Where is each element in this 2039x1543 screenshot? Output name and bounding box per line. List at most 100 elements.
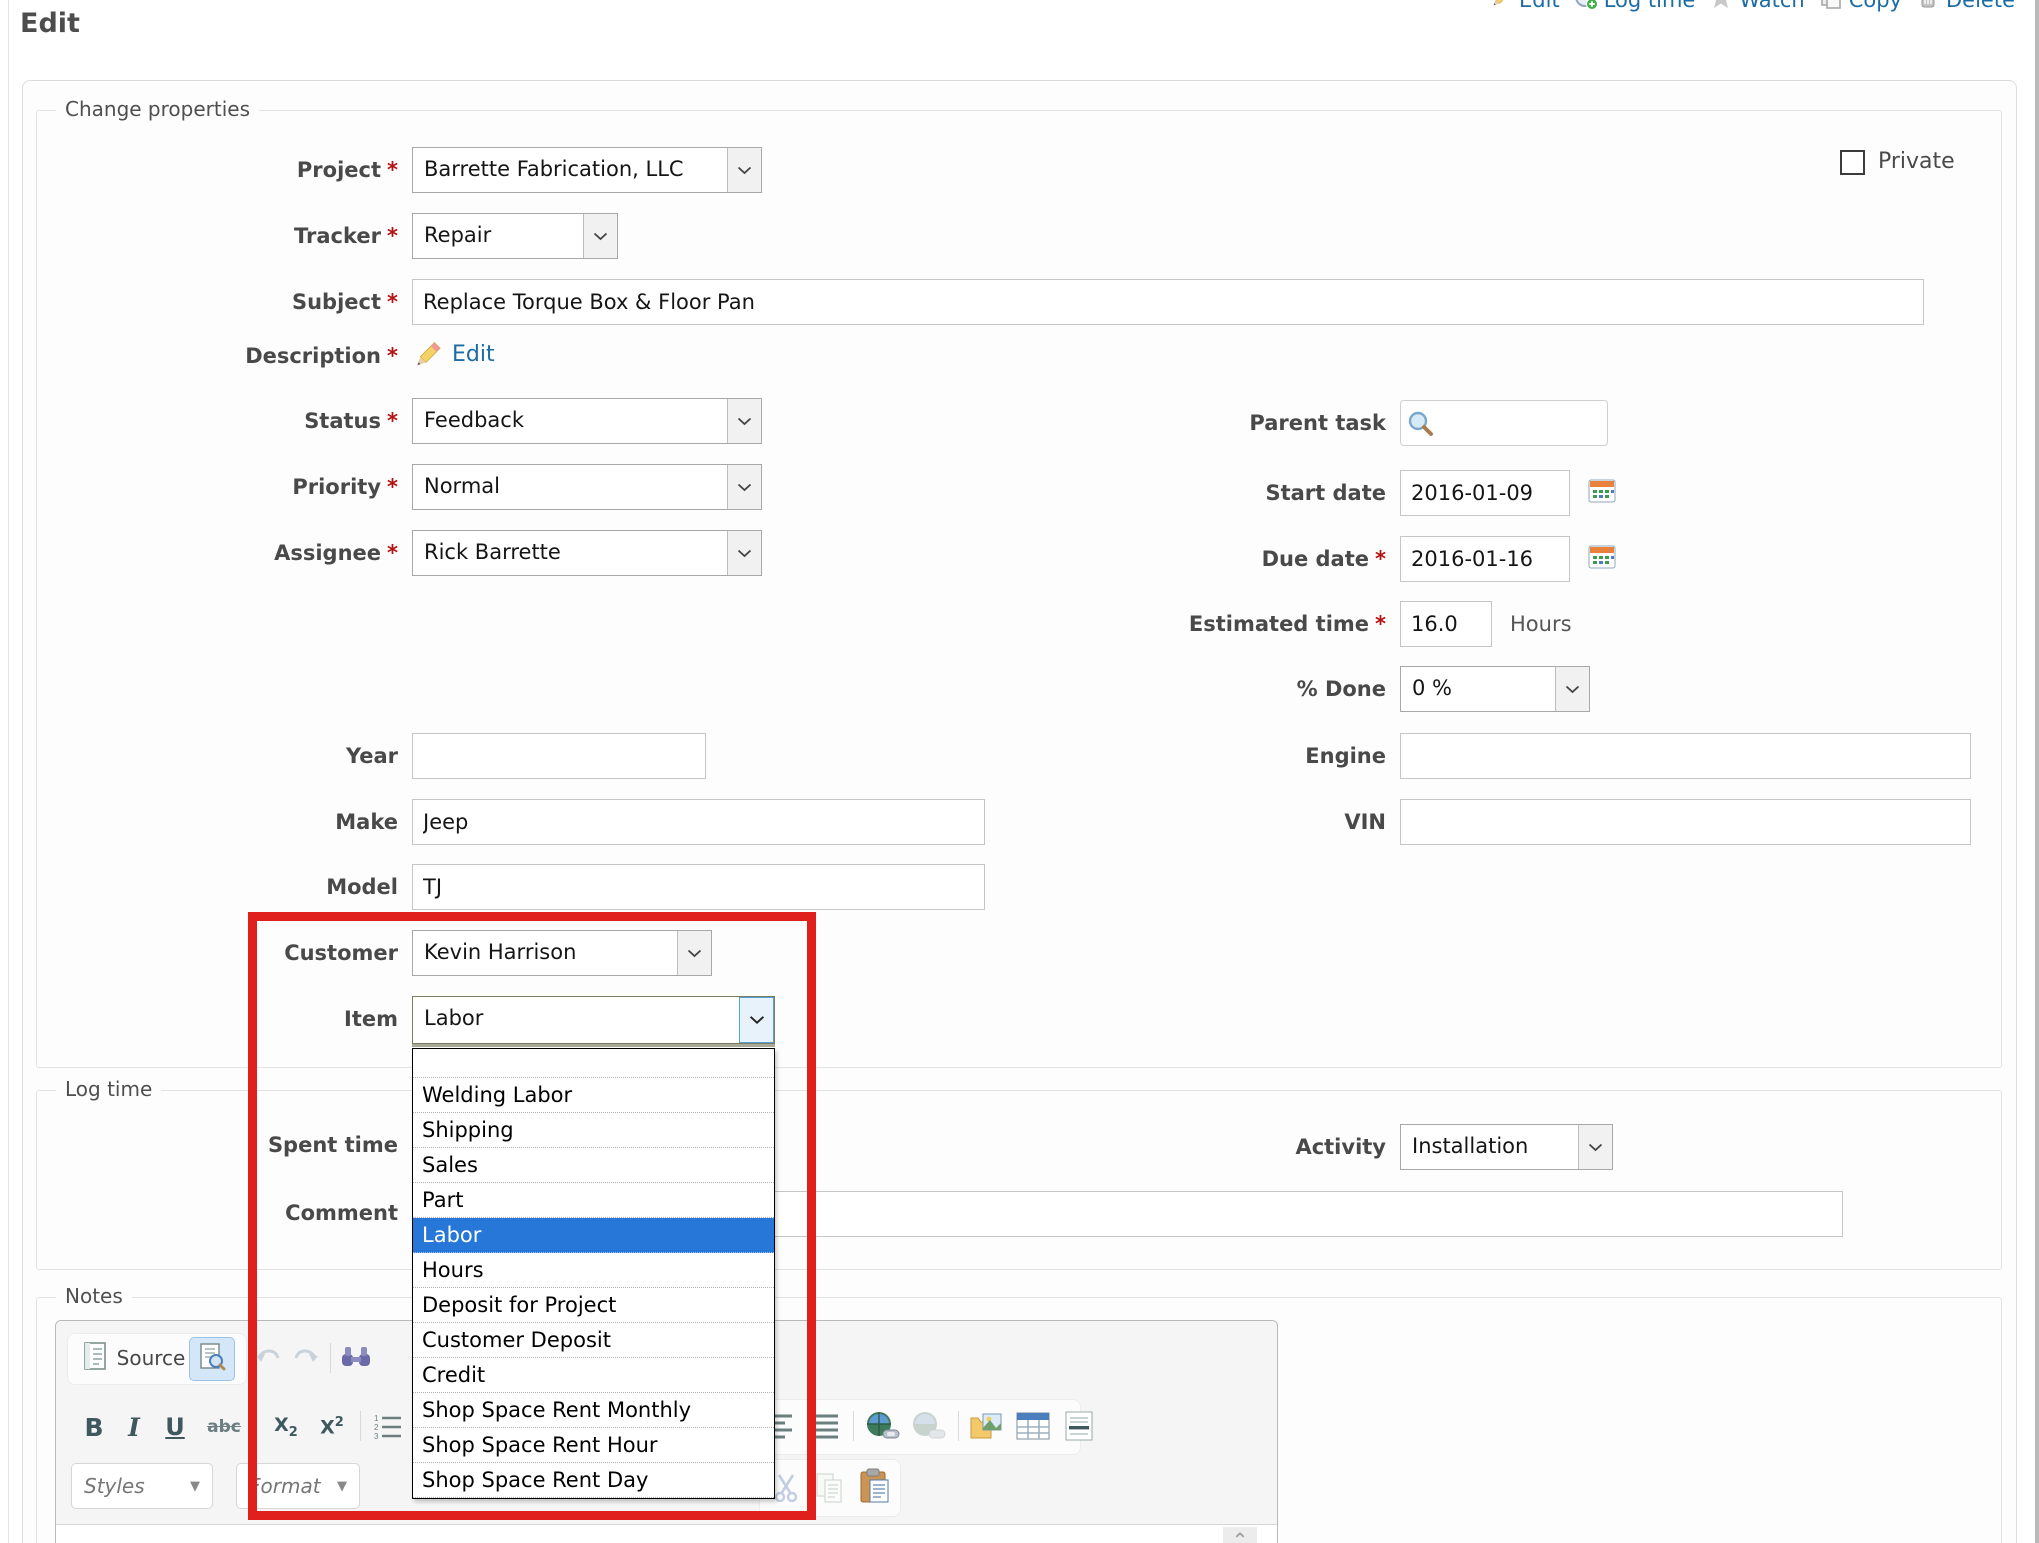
clock-add-icon	[1574, 0, 1598, 15]
activity-select[interactable]: Installation	[1400, 1124, 1613, 1170]
unlink-icon[interactable]	[908, 1405, 950, 1447]
assignee-select[interactable]: Rick Barrette	[412, 530, 762, 576]
dropdown-option[interactable]: Shop Space Rent Day	[413, 1463, 774, 1498]
priority-select[interactable]: Normal	[412, 464, 762, 510]
star-icon	[1709, 0, 1733, 15]
trash-icon	[1916, 0, 1940, 15]
log-time-menu-link[interactable]: Log time	[1574, 0, 1696, 15]
dropdown-option[interactable]: Labor	[413, 1218, 774, 1253]
dropdown-option[interactable]: Part	[413, 1183, 774, 1218]
percent-done-label: % Done	[1056, 666, 1386, 712]
chevron-down-icon[interactable]	[739, 997, 774, 1043]
chevron-down-icon[interactable]	[1555, 667, 1589, 711]
bold-button[interactable]: B	[75, 1405, 113, 1449]
priority-label: Priority*	[28, 464, 398, 510]
editor-scrollbar-up[interactable]: ⌃	[1223, 1527, 1257, 1543]
item-select-value: Labor	[413, 997, 739, 1043]
align-justify-icon[interactable]	[805, 1407, 843, 1445]
notes-legend: Notes	[56, 1284, 132, 1308]
context-menu: Edit Log time Watch Copy Delete	[1489, 0, 2015, 18]
insert-image-icon[interactable]	[966, 1405, 1008, 1447]
chevron-down-icon[interactable]	[727, 465, 761, 509]
superscript-icon: X2	[320, 1415, 344, 1438]
insert-table-icon[interactable]	[1012, 1405, 1054, 1447]
status-select[interactable]: Feedback	[412, 398, 762, 444]
dropdown-option[interactable]	[413, 1049, 774, 1078]
tracker-select[interactable]: Repair	[412, 213, 618, 259]
item-dropdown-list[interactable]: Welding LaborShippingSalesPartLaborHours…	[412, 1048, 775, 1499]
dropdown-option[interactable]: Hours	[413, 1253, 774, 1288]
subject-input[interactable]	[412, 279, 1924, 325]
paste-icon[interactable]	[855, 1465, 895, 1507]
year-input[interactable]	[412, 733, 706, 779]
estimated-time-hours-suffix: Hours	[1510, 601, 1572, 647]
undo-icon[interactable]	[251, 1341, 285, 1375]
dropdown-option[interactable]: Welding Labor	[413, 1078, 774, 1113]
project-select[interactable]: Barrette Fabrication, LLC	[412, 147, 762, 193]
assignee-select-value: Rick Barrette	[413, 531, 727, 575]
dropdown-option[interactable]: Shipping	[413, 1113, 774, 1148]
numbered-list-icon[interactable]: 123	[368, 1407, 408, 1447]
link-icon[interactable]	[862, 1405, 904, 1447]
due-date-input[interactable]	[1400, 536, 1570, 582]
chevron-down-icon[interactable]	[727, 531, 761, 575]
status-label: Status*	[28, 398, 398, 444]
parent-task-input[interactable]	[1400, 400, 1608, 446]
delete-menu-label: Delete	[1946, 0, 2015, 12]
delete-menu-link[interactable]: Delete	[1916, 0, 2015, 15]
source-button[interactable]: Source	[74, 1337, 194, 1379]
dropdown-option[interactable]: Customer Deposit	[413, 1323, 774, 1358]
superscript-button[interactable]: X2	[310, 1405, 354, 1449]
italic-button[interactable]: I	[117, 1405, 151, 1449]
calendar-icon[interactable]	[1588, 478, 1616, 508]
window-scrollbar-strip[interactable]	[2035, 0, 2039, 1543]
make-input[interactable]	[412, 799, 985, 845]
item-label: Item	[28, 996, 398, 1042]
toolbar-divider	[853, 1411, 854, 1441]
find-icon[interactable]	[338, 1341, 374, 1375]
chevron-down-icon[interactable]	[583, 214, 617, 258]
engine-input[interactable]	[1400, 733, 1971, 779]
vin-input[interactable]	[1400, 799, 1971, 845]
strikethrough-button[interactable]: abc	[199, 1405, 249, 1449]
model-input[interactable]	[412, 864, 985, 910]
format-combo[interactable]: Format ▼	[236, 1463, 360, 1509]
log-time-legend: Log time	[56, 1077, 161, 1101]
watch-menu-link[interactable]: Watch	[1709, 0, 1804, 15]
private-checkbox[interactable]	[1840, 150, 1865, 175]
calendar-icon[interactable]	[1588, 544, 1616, 574]
redo-icon[interactable]	[289, 1341, 323, 1375]
item-select[interactable]: Labor	[412, 996, 775, 1044]
estimated-time-input[interactable]	[1400, 601, 1492, 647]
dropdown-option[interactable]: Shop Space Rent Hour	[413, 1428, 774, 1463]
activity-label: Activity	[1056, 1124, 1386, 1170]
private-label: Private	[1878, 148, 1955, 176]
copy-doc-icon[interactable]	[811, 1469, 849, 1507]
start-date-input[interactable]	[1400, 470, 1570, 516]
chevron-down-icon[interactable]	[727, 399, 761, 443]
customer-select[interactable]: Kevin Harrison	[412, 930, 712, 976]
chevron-down-icon: ▼	[190, 1479, 200, 1494]
subscript-button[interactable]: X2	[264, 1405, 308, 1449]
source-button-label: Source	[117, 1346, 186, 1370]
copy-menu-link[interactable]: Copy	[1819, 0, 1902, 15]
page-title: Edit	[20, 8, 80, 39]
description-edit-link[interactable]: Edit	[452, 342, 495, 367]
chevron-down-icon[interactable]	[677, 931, 711, 975]
styles-combo-label: Styles	[84, 1474, 145, 1498]
chevron-down-icon[interactable]	[727, 148, 761, 192]
subject-label: Subject*	[28, 279, 398, 325]
dropdown-option[interactable]: Sales	[413, 1148, 774, 1183]
status-select-value: Feedback	[413, 399, 727, 443]
dropdown-option[interactable]: Credit	[413, 1358, 774, 1393]
dropdown-option[interactable]: Deposit for Project	[413, 1288, 774, 1323]
templates-button[interactable]	[189, 1337, 235, 1381]
activity-select-value: Installation	[1401, 1125, 1578, 1169]
styles-combo[interactable]: Styles ▼	[71, 1463, 213, 1509]
dropdown-option[interactable]: Shop Space Rent Monthly	[413, 1393, 774, 1428]
underline-button[interactable]: U	[155, 1405, 195, 1449]
edit-menu-link[interactable]: Edit	[1489, 0, 1560, 15]
horizontal-rule-icon[interactable]	[1058, 1405, 1100, 1447]
chevron-down-icon[interactable]	[1578, 1125, 1612, 1169]
percent-done-select[interactable]: 0 %	[1400, 666, 1590, 712]
